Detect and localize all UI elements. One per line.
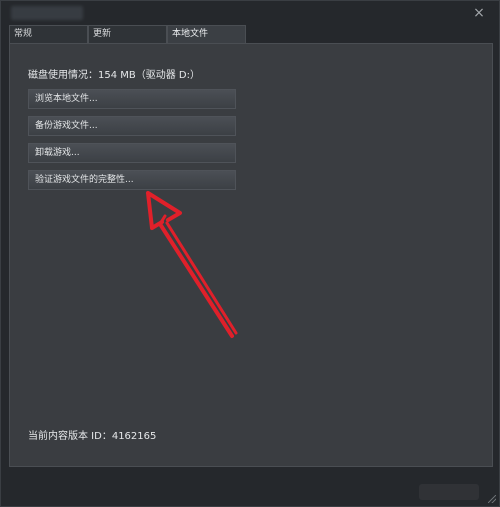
verify-integrity-button[interactable]: 验证游戏文件的完整性... xyxy=(28,170,236,190)
disk-usage-text: 磁盘使用情况：154 MB（驱动器 D:） xyxy=(28,70,201,81)
tab-local-files[interactable]: 本地文件 xyxy=(167,25,246,43)
window-title-blurred xyxy=(11,6,83,20)
close-icon[interactable]: × xyxy=(473,6,485,20)
backup-game-files-button[interactable]: 备份游戏文件... xyxy=(28,116,236,136)
properties-window: × 常规 更新 本地文件 磁盘使用情况：154 MB（驱动器 D:） 浏览本地文… xyxy=(0,0,500,507)
browse-local-files-button[interactable]: 浏览本地文件... xyxy=(28,89,236,109)
resize-grip-icon[interactable] xyxy=(488,495,496,503)
tab-general[interactable]: 常规 xyxy=(9,25,88,43)
title-bar[interactable]: × xyxy=(1,1,499,25)
uninstall-game-button[interactable]: 卸载游戏... xyxy=(28,143,236,163)
content-version-id: 当前内容版本 ID：4162165 xyxy=(28,431,157,442)
watermark xyxy=(419,484,479,500)
tab-updates[interactable]: 更新 xyxy=(88,25,167,43)
tab-bar: 常规 更新 本地文件 xyxy=(9,25,493,43)
local-files-panel: 磁盘使用情况：154 MB（驱动器 D:） 浏览本地文件... 备份游戏文件..… xyxy=(9,43,493,467)
